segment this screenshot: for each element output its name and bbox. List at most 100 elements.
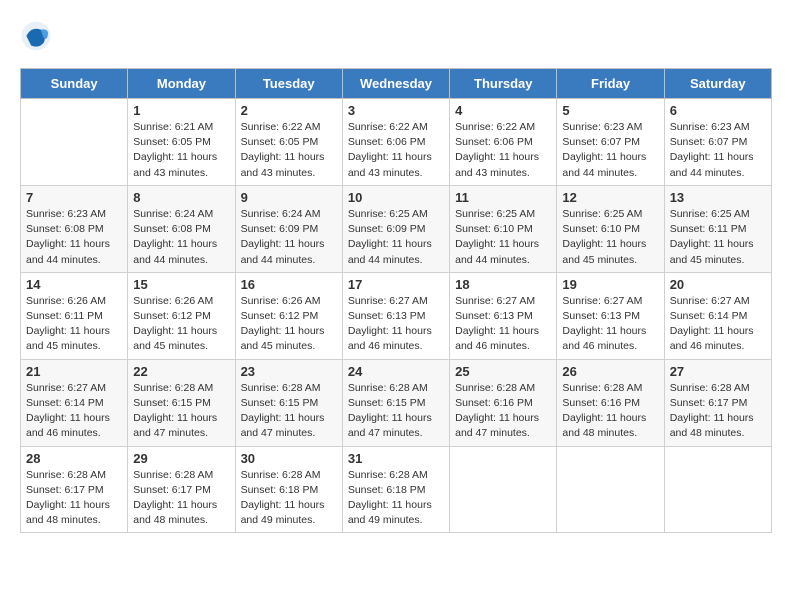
day-info: Sunrise: 6:24 AM Sunset: 6:09 PM Dayligh… [241, 207, 337, 268]
day-number: 8 [133, 190, 229, 205]
day-number: 2 [241, 103, 337, 118]
day-info: Sunrise: 6:23 AM Sunset: 6:07 PM Dayligh… [670, 120, 766, 181]
calendar-cell: 7 Sunrise: 6:23 AM Sunset: 6:08 PM Daylig… [21, 185, 128, 272]
day-number: 13 [670, 190, 766, 205]
calendar-cell: 16 Sunrise: 6:26 AM Sunset: 6:12 PM Dayli… [235, 272, 342, 359]
day-info: Sunrise: 6:28 AM Sunset: 6:17 PM Dayligh… [26, 468, 122, 529]
day-info: Sunrise: 6:22 AM Sunset: 6:05 PM Dayligh… [241, 120, 337, 181]
day-number: 12 [562, 190, 658, 205]
day-info: Sunrise: 6:25 AM Sunset: 6:10 PM Dayligh… [562, 207, 658, 268]
day-info: Sunrise: 6:25 AM Sunset: 6:10 PM Dayligh… [455, 207, 551, 268]
day-number: 29 [133, 451, 229, 466]
day-info: Sunrise: 6:28 AM Sunset: 6:15 PM Dayligh… [348, 381, 444, 442]
calendar-cell: 2 Sunrise: 6:22 AM Sunset: 6:05 PM Daylig… [235, 99, 342, 186]
day-info: Sunrise: 6:28 AM Sunset: 6:16 PM Dayligh… [455, 381, 551, 442]
calendar-cell: 28 Sunrise: 6:28 AM Sunset: 6:17 PM Dayli… [21, 446, 128, 533]
calendar-cell: 5 Sunrise: 6:23 AM Sunset: 6:07 PM Daylig… [557, 99, 664, 186]
calendar-cell: 8 Sunrise: 6:24 AM Sunset: 6:08 PM Daylig… [128, 185, 235, 272]
day-info: Sunrise: 6:26 AM Sunset: 6:11 PM Dayligh… [26, 294, 122, 355]
day-info: Sunrise: 6:21 AM Sunset: 6:05 PM Dayligh… [133, 120, 229, 181]
day-info: Sunrise: 6:28 AM Sunset: 6:16 PM Dayligh… [562, 381, 658, 442]
day-number: 26 [562, 364, 658, 379]
calendar-week-row: 7 Sunrise: 6:23 AM Sunset: 6:08 PM Daylig… [21, 185, 772, 272]
logo-icon [20, 20, 52, 52]
calendar-cell [21, 99, 128, 186]
calendar-cell: 4 Sunrise: 6:22 AM Sunset: 6:06 PM Daylig… [450, 99, 557, 186]
calendar-cell: 6Sunrise: 6:23 AM Sunset: 6:07 PM Daylig… [664, 99, 771, 186]
day-info: Sunrise: 6:27 AM Sunset: 6:13 PM Dayligh… [455, 294, 551, 355]
weekday-header-monday: Monday [128, 69, 235, 99]
calendar-cell [557, 446, 664, 533]
calendar-cell: 12 Sunrise: 6:25 AM Sunset: 6:10 PM Dayli… [557, 185, 664, 272]
day-number: 14 [26, 277, 122, 292]
calendar-week-row: 14 Sunrise: 6:26 AM Sunset: 6:11 PM Dayli… [21, 272, 772, 359]
page-header [20, 20, 772, 52]
day-number: 20 [670, 277, 766, 292]
day-number: 28 [26, 451, 122, 466]
weekday-header-thursday: Thursday [450, 69, 557, 99]
day-number: 5 [562, 103, 658, 118]
day-number: 3 [348, 103, 444, 118]
day-number: 30 [241, 451, 337, 466]
day-number: 16 [241, 277, 337, 292]
day-info: Sunrise: 6:28 AM Sunset: 6:18 PM Dayligh… [348, 468, 444, 529]
calendar-cell: 21 Sunrise: 6:27 AM Sunset: 6:14 PM Dayli… [21, 359, 128, 446]
day-number: 25 [455, 364, 551, 379]
calendar-cell [450, 446, 557, 533]
day-info: Sunrise: 6:26 AM Sunset: 6:12 PM Dayligh… [241, 294, 337, 355]
day-number: 19 [562, 277, 658, 292]
day-number: 21 [26, 364, 122, 379]
weekday-header-friday: Friday [557, 69, 664, 99]
day-info: Sunrise: 6:27 AM Sunset: 6:13 PM Dayligh… [562, 294, 658, 355]
calendar-week-row: 21 Sunrise: 6:27 AM Sunset: 6:14 PM Dayli… [21, 359, 772, 446]
calendar-cell: 17 Sunrise: 6:27 AM Sunset: 6:13 PM Dayli… [342, 272, 449, 359]
day-number: 7 [26, 190, 122, 205]
day-number: 11 [455, 190, 551, 205]
calendar-cell: 24 Sunrise: 6:28 AM Sunset: 6:15 PM Dayli… [342, 359, 449, 446]
day-info: Sunrise: 6:27 AM Sunset: 6:13 PM Dayligh… [348, 294, 444, 355]
day-number: 24 [348, 364, 444, 379]
weekday-header-tuesday: Tuesday [235, 69, 342, 99]
day-number: 1 [133, 103, 229, 118]
day-number: 18 [455, 277, 551, 292]
day-number: 31 [348, 451, 444, 466]
calendar-cell: 9 Sunrise: 6:24 AM Sunset: 6:09 PM Daylig… [235, 185, 342, 272]
calendar-cell: 30 Sunrise: 6:28 AM Sunset: 6:18 PM Dayli… [235, 446, 342, 533]
day-info: Sunrise: 6:28 AM Sunset: 6:17 PM Dayligh… [670, 381, 766, 442]
calendar-cell: 1 Sunrise: 6:21 AM Sunset: 6:05 PM Daylig… [128, 99, 235, 186]
day-info: Sunrise: 6:28 AM Sunset: 6:15 PM Dayligh… [241, 381, 337, 442]
day-info: Sunrise: 6:27 AM Sunset: 6:14 PM Dayligh… [26, 381, 122, 442]
day-info: Sunrise: 6:24 AM Sunset: 6:08 PM Dayligh… [133, 207, 229, 268]
calendar-cell: 20Sunrise: 6:27 AM Sunset: 6:14 PM Dayli… [664, 272, 771, 359]
calendar-cell: 3Sunrise: 6:22 AM Sunset: 6:06 PM Daylig… [342, 99, 449, 186]
day-info: Sunrise: 6:22 AM Sunset: 6:06 PM Dayligh… [455, 120, 551, 181]
weekday-header-wednesday: Wednesday [342, 69, 449, 99]
day-number: 22 [133, 364, 229, 379]
calendar-table: SundayMondayTuesdayWednesdayThursdayFrid… [20, 68, 772, 533]
day-number: 4 [455, 103, 551, 118]
calendar-week-row: 28 Sunrise: 6:28 AM Sunset: 6:17 PM Dayli… [21, 446, 772, 533]
day-number: 23 [241, 364, 337, 379]
calendar-cell: 26 Sunrise: 6:28 AM Sunset: 6:16 PM Dayli… [557, 359, 664, 446]
day-number: 10 [348, 190, 444, 205]
day-info: Sunrise: 6:25 AM Sunset: 6:11 PM Dayligh… [670, 207, 766, 268]
day-info: Sunrise: 6:23 AM Sunset: 6:08 PM Dayligh… [26, 207, 122, 268]
calendar-cell: 25 Sunrise: 6:28 AM Sunset: 6:16 PM Dayli… [450, 359, 557, 446]
weekday-header-saturday: Saturday [664, 69, 771, 99]
calendar-cell: 14 Sunrise: 6:26 AM Sunset: 6:11 PM Dayli… [21, 272, 128, 359]
calendar-cell: 18 Sunrise: 6:27 AM Sunset: 6:13 PM Dayli… [450, 272, 557, 359]
day-info: Sunrise: 6:28 AM Sunset: 6:18 PM Dayligh… [241, 468, 337, 529]
day-info: Sunrise: 6:28 AM Sunset: 6:15 PM Dayligh… [133, 381, 229, 442]
logo [20, 20, 56, 52]
day-number: 9 [241, 190, 337, 205]
day-info: Sunrise: 6:25 AM Sunset: 6:09 PM Dayligh… [348, 207, 444, 268]
day-info: Sunrise: 6:26 AM Sunset: 6:12 PM Dayligh… [133, 294, 229, 355]
calendar-cell: 22 Sunrise: 6:28 AM Sunset: 6:15 PM Dayli… [128, 359, 235, 446]
day-number: 27 [670, 364, 766, 379]
calendar-cell: 27 Sunrise: 6:28 AM Sunset: 6:17 PM Dayli… [664, 359, 771, 446]
day-info: Sunrise: 6:23 AM Sunset: 6:07 PM Dayligh… [562, 120, 658, 181]
calendar-cell: 29Sunrise: 6:28 AM Sunset: 6:17 PM Dayli… [128, 446, 235, 533]
weekday-header-row: SundayMondayTuesdayWednesdayThursdayFrid… [21, 69, 772, 99]
day-number: 17 [348, 277, 444, 292]
calendar-cell: 13 Sunrise: 6:25 AM Sunset: 6:11 PM Dayli… [664, 185, 771, 272]
